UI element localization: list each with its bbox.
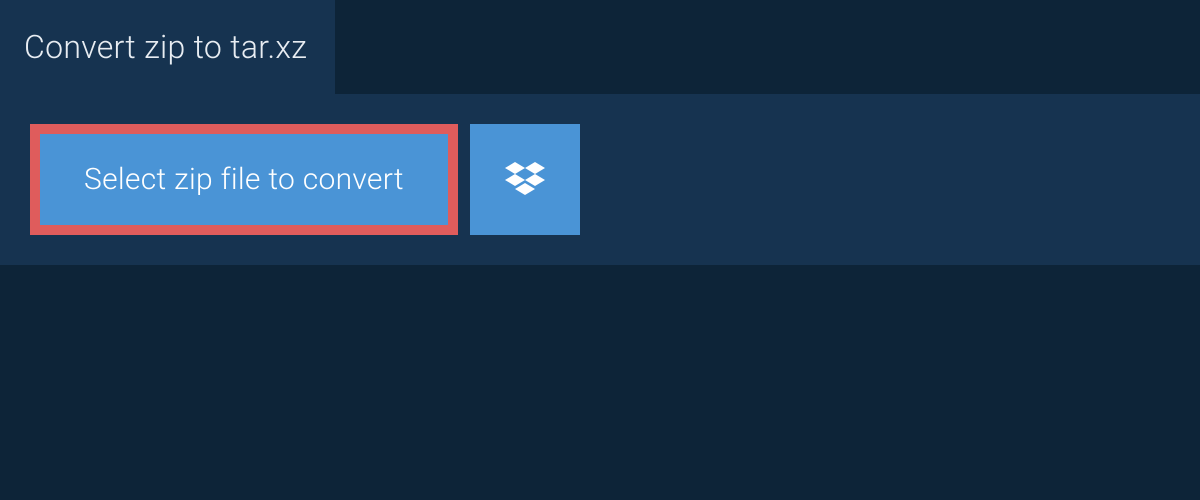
lower-area — [0, 265, 1200, 465]
select-file-button[interactable]: Select zip file to convert — [30, 124, 458, 235]
select-file-button-label: Select zip file to convert — [84, 162, 404, 197]
dropbox-button[interactable] — [470, 124, 580, 235]
button-row: Select zip file to convert — [30, 124, 1170, 235]
dropbox-icon — [505, 158, 545, 202]
page-title: Convert zip to tar.xz — [24, 28, 307, 66]
upload-panel: Select zip file to convert — [0, 94, 1200, 265]
page-title-tab: Convert zip to tar.xz — [0, 0, 335, 94]
